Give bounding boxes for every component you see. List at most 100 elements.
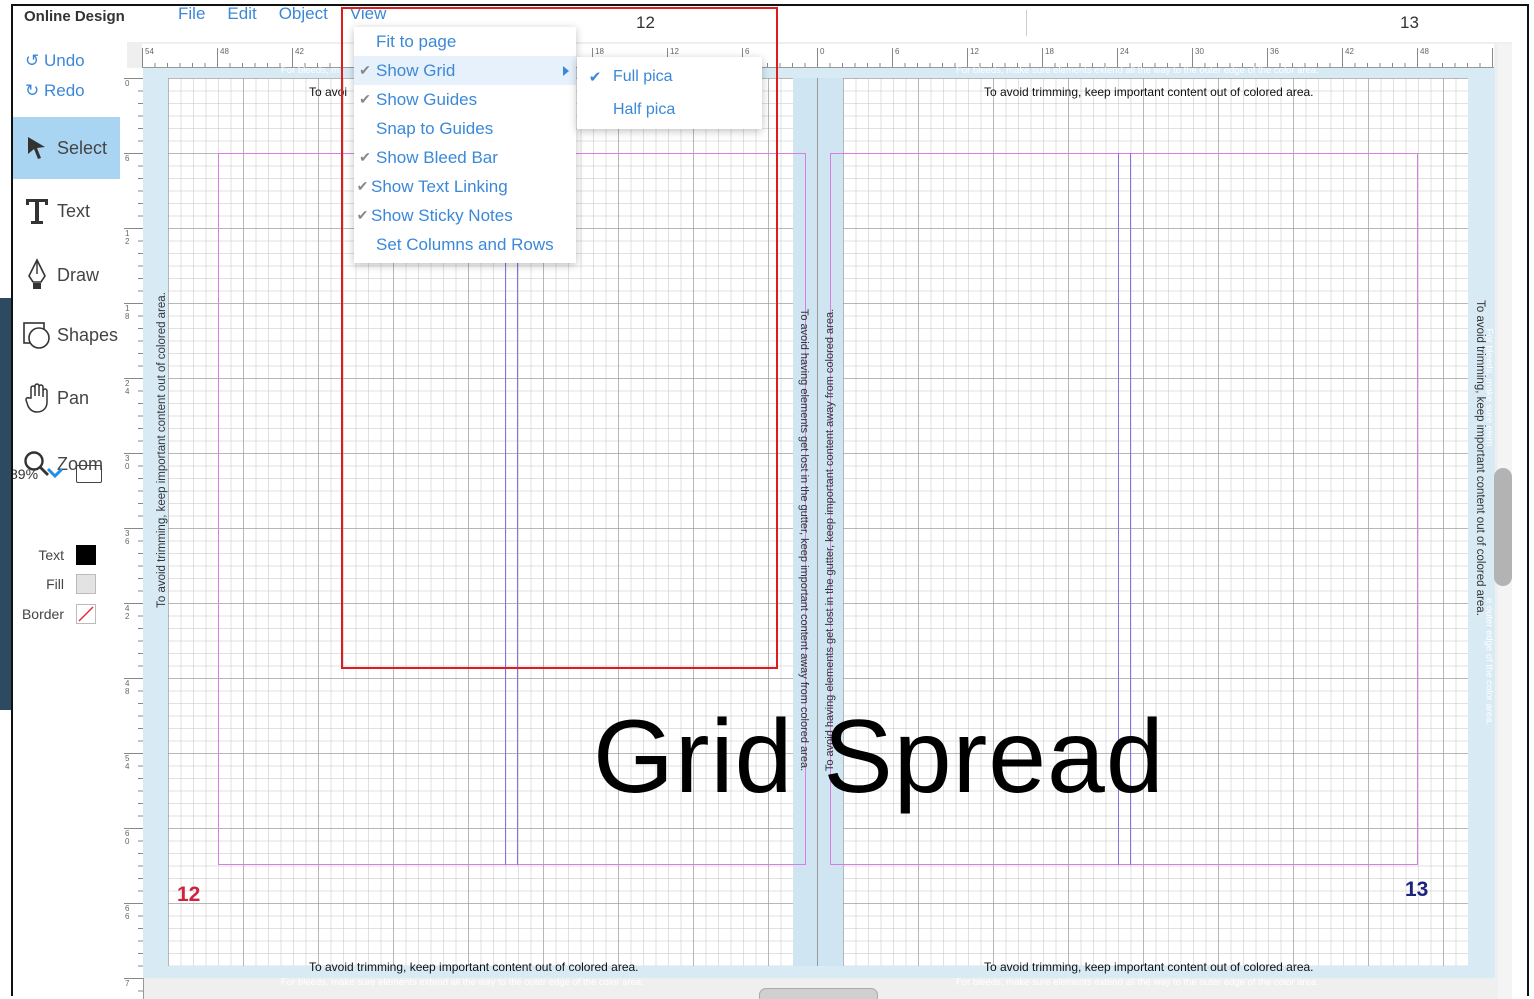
page-header-divider — [1026, 10, 1027, 36]
menu-item-set-columns-rows[interactable]: Set Columns and Rows — [354, 230, 576, 259]
zoom-tool[interactable]: Zoom — [13, 433, 123, 495]
ruler-label: 6 — [745, 47, 750, 56]
trim-notice-top-right: To avoid trimming, keep important conten… — [984, 85, 1314, 99]
menu-item-label: Show Bleed Bar — [376, 147, 498, 167]
bleed-notice-bottom-left: For bleeds, make sure elements extend al… — [281, 977, 644, 988]
text-color-label: Text — [38, 547, 64, 563]
app-title: Online Design — [24, 8, 125, 25]
chevron-down-icon — [46, 466, 64, 482]
ruler-label: 18 — [595, 47, 604, 56]
ruler-label: 36 — [1270, 47, 1279, 56]
check-icon: ✔ — [356, 207, 369, 223]
ruler-label: 42 — [1345, 47, 1354, 56]
ruler-label: 12 — [670, 47, 679, 56]
fit-screen-icon[interactable] — [76, 465, 103, 483]
bleed-notice-right-vertical-2: e outer edge of the color area. — [1483, 597, 1495, 726]
ruler-label: 3 6 — [125, 529, 130, 546]
app-window: Online Design File Edit Object View 12 1… — [0, 0, 1534, 999]
pan-tool[interactable]: Pan — [13, 367, 123, 429]
shapes-tool[interactable]: Shapes — [13, 304, 123, 366]
check-icon: ✔ — [359, 149, 371, 165]
zoom-value: 89% — [10, 466, 39, 482]
text-tool-label: Text — [57, 200, 91, 221]
page-corner-number-right: 13 — [1405, 878, 1429, 901]
menu-item-show-grid[interactable]: ✔ Show Grid — [354, 56, 576, 85]
bleed-notice-top-left: For bleeds, m — [281, 65, 340, 76]
undo-icon: ↺ — [25, 51, 40, 70]
menu-item-label: Show Text Linking — [371, 176, 508, 196]
undo-button[interactable]: ↺ Undo — [25, 51, 85, 71]
select-tool-label: Select — [57, 137, 108, 158]
submenu-item-half-pica[interactable]: Half pica — [577, 94, 762, 126]
submenu-item-label: Full pica — [613, 68, 673, 85]
select-tool[interactable]: Select — [13, 117, 123, 179]
ruler-label: 6 6 — [125, 904, 130, 921]
page-number-left: 12 — [636, 13, 655, 32]
ruler-label: 54 — [145, 47, 154, 56]
draw-tool-label: Draw — [57, 264, 100, 285]
page-corner-number-left: 12 — [177, 883, 201, 906]
ruler-label: 2 4 — [125, 379, 130, 396]
canvas-text-object[interactable]: Grid Spread — [593, 698, 1165, 817]
horizontal-scroll-thumb[interactable] — [759, 988, 878, 999]
fill-color-row: Fill — [10, 574, 96, 594]
redo-label: Redo — [43, 81, 85, 100]
menu-file[interactable]: File — [178, 4, 205, 26]
trim-notice-left-vertical: To avoid trimming, keep important conten… — [156, 292, 168, 608]
fill-color-swatch[interactable] — [76, 574, 96, 594]
hand-icon — [21, 382, 53, 414]
bleed-notice-bottom-right: For bleeds, make sure elements extend al… — [956, 977, 1319, 988]
bleed-notice-top-right: For bleeds, make sure elements extend al… — [956, 65, 1319, 76]
menu-item-label: Fit to page — [376, 31, 457, 51]
text-tool[interactable]: Text — [13, 180, 123, 242]
vertical-scroll-thumb[interactable] — [1494, 468, 1512, 586]
text-color-row: Text — [10, 545, 96, 565]
menu-item-label: Set Columns and Rows — [376, 234, 554, 254]
right-edge — [1512, 44, 1524, 999]
draw-tool[interactable]: Draw — [13, 244, 123, 306]
text-color-swatch[interactable] — [76, 545, 96, 565]
vertical-ruler[interactable]: 0 6 1 2 1 8 2 4 3 0 3 6 4 2 4 8 5 4 6 0 6 6 7 — [120, 68, 144, 999]
ruler-label: 6 — [125, 154, 130, 163]
border-color-swatch[interactable] — [76, 604, 96, 624]
ruler-label: 30 — [1195, 47, 1204, 56]
ruler-label: 3 0 — [125, 454, 130, 471]
menu-item-label: Show Grid — [376, 60, 456, 80]
ruler-label: 4 2 — [125, 604, 130, 621]
menu-object[interactable]: Object — [279, 4, 328, 26]
menu-bar: File Edit Object View — [178, 4, 408, 26]
menu-item-show-text-linking[interactable]: ✔ Show Text Linking — [354, 172, 576, 201]
ruler-label: 6 0 — [125, 829, 130, 846]
menu-item-show-guides[interactable]: ✔ Show Guides — [354, 85, 576, 114]
submenu-item-full-pica[interactable]: ✔ Full pica — [577, 61, 762, 93]
trim-notice-top-left: To avoi — [309, 85, 348, 99]
redo-icon: ↻ — [25, 81, 40, 100]
redo-button[interactable]: ↻ Redo — [25, 81, 85, 101]
menu-item-show-bleed-bar[interactable]: ✔ Show Bleed Bar — [354, 143, 576, 172]
ruler-label: 48 — [220, 47, 229, 56]
view-menu-dropdown: Fit to page ✔ Show Grid ✔ Show Guides Sn… — [354, 27, 576, 263]
ruler-label: 18 — [1045, 47, 1054, 56]
submenu-arrow-icon — [562, 62, 570, 82]
menu-item-label: Snap to Guides — [376, 118, 494, 138]
check-icon: ✔ — [588, 69, 602, 86]
menu-item-fit-to-page[interactable]: Fit to page — [354, 27, 576, 56]
pan-tool-label: Pan — [57, 387, 90, 408]
ruler-label: 42 — [295, 47, 304, 56]
submenu-item-label: Half pica — [613, 101, 676, 118]
text-t-icon — [21, 197, 53, 225]
menu-item-show-sticky-notes[interactable]: ✔ Show Sticky Notes — [354, 201, 576, 230]
ruler-label: 4 8 — [125, 679, 130, 696]
ruler-label: 12 — [970, 47, 979, 56]
menu-view[interactable]: View — [350, 4, 387, 26]
border-color-row: Border — [10, 604, 96, 624]
ruler-label: 1 2 — [125, 229, 130, 246]
ruler-label: 5 4 — [125, 754, 130, 771]
fill-color-label: Fill — [46, 576, 64, 592]
menu-edit[interactable]: Edit — [227, 4, 256, 26]
menu-item-snap-to-guides[interactable]: Snap to Guides — [354, 114, 576, 143]
pointer-icon — [21, 135, 53, 161]
ruler-label: 0 — [820, 47, 825, 56]
border-color-label: Border — [21, 606, 64, 622]
zoom-select[interactable]: 89% — [10, 466, 64, 482]
